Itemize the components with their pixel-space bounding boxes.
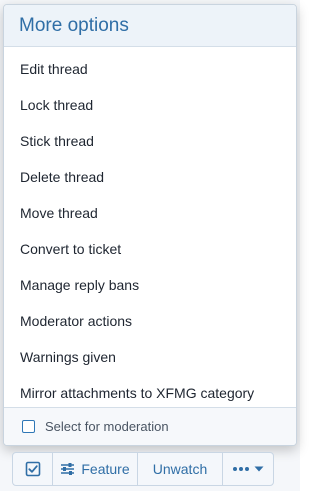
ellipsis-icon [233,467,249,471]
menu-item-warnings-given[interactable]: Warnings given [4,339,296,375]
menu-item-label: Delete thread [20,169,105,185]
menu-list: Edit thread Lock thread Stick thread Del… [4,47,296,411]
menu-item-label: Lock thread [20,97,94,113]
select-for-moderation-label: Select for moderation [45,419,169,434]
menu-title: More options [19,14,129,36]
menu-item-label: Edit thread [20,61,88,77]
menu-item-moderator-actions[interactable]: Moderator actions [4,303,296,339]
menu-item-label: Warnings given [20,349,116,365]
sliders-icon [61,463,75,475]
menu-header: More options [4,5,296,47]
menu-item-label: Mirror attachments to XFMG category [20,385,255,401]
menu-item-manage-reply-bans[interactable]: Manage reply bans [4,267,296,303]
caret-down-icon [254,466,264,472]
more-options-menu: More options Edit thread Lock thread Sti… [3,4,297,446]
menu-item-label: Moderator actions [20,313,133,329]
menu-item-delete-thread[interactable]: Delete thread [4,159,296,195]
menu-item-label: Convert to ticket [20,241,122,257]
unwatch-button[interactable]: Unwatch [138,453,223,485]
feature-label: Feature [81,461,130,477]
thread-toolbar: Feature Unwatch [12,452,274,486]
menu-item-convert-to-ticket[interactable]: Convert to ticket [4,231,296,267]
select-for-moderation-row[interactable]: Select for moderation [4,407,296,445]
menu-item-label: Move thread [20,205,98,221]
more-options-button[interactable] [223,453,273,485]
menu-item-stick-thread[interactable]: Stick thread [4,123,296,159]
select-thread-button[interactable] [13,453,53,485]
feature-button[interactable]: Feature [53,453,138,485]
menu-item-label: Manage reply bans [20,277,140,293]
menu-item-move-thread[interactable]: Move thread [4,195,296,231]
menu-item-lock-thread[interactable]: Lock thread [4,87,296,123]
select-for-moderation-checkbox[interactable] [22,420,35,433]
menu-item-mirror-attachments[interactable]: Mirror attachments to XFMG category [4,375,296,411]
checkbox-checked-icon [25,461,40,477]
menu-item-edit-thread[interactable]: Edit thread [4,51,296,87]
menu-item-label: Stick thread [20,133,94,149]
unwatch-label: Unwatch [152,461,208,477]
